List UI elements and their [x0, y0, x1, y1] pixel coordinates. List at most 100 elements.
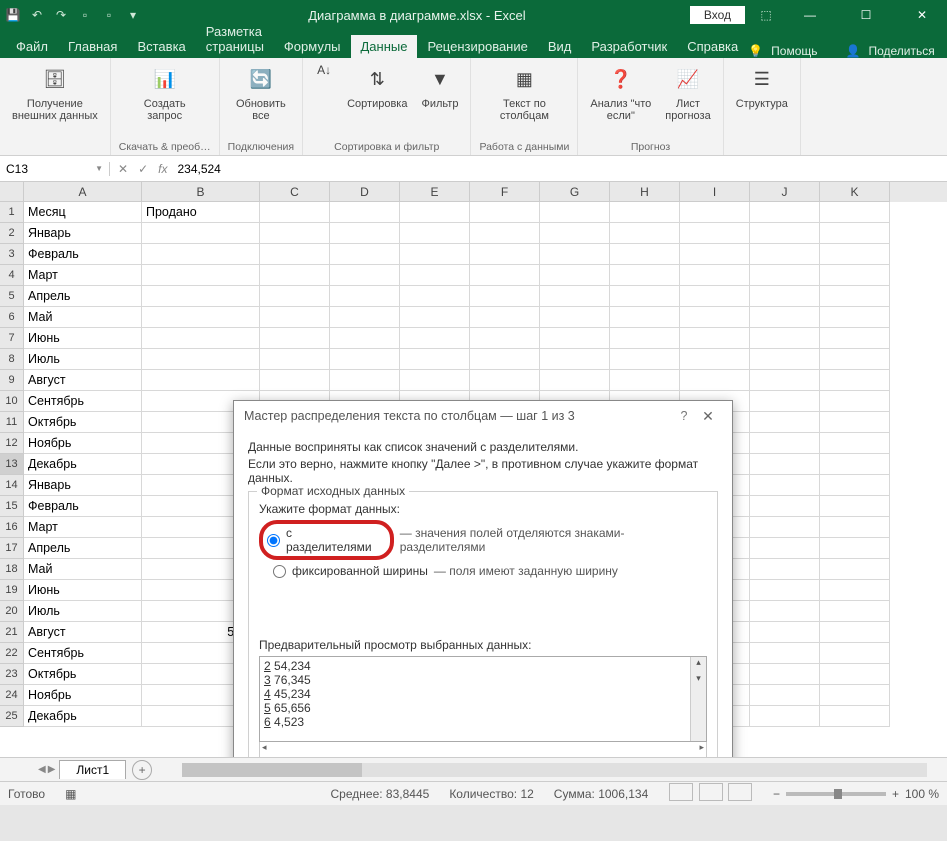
cell[interactable]: [750, 286, 820, 307]
cell[interactable]: [400, 349, 470, 370]
column-header[interactable]: K: [820, 182, 890, 202]
cell[interactable]: [142, 328, 260, 349]
row-header[interactable]: 10: [0, 391, 24, 412]
maximize-button[interactable]: ☐: [843, 0, 889, 30]
cell[interactable]: [400, 223, 470, 244]
scroll-up-icon[interactable]: ▴: [691, 657, 706, 673]
select-all-corner[interactable]: [0, 182, 24, 202]
cell[interactable]: [610, 265, 680, 286]
row-header[interactable]: 24: [0, 685, 24, 706]
cell[interactable]: [750, 496, 820, 517]
cell[interactable]: [750, 475, 820, 496]
radio-fixed[interactable]: [273, 565, 286, 578]
tab-layout[interactable]: Разметка страницы: [196, 20, 274, 58]
cell[interactable]: [820, 643, 890, 664]
radio-delimited-label[interactable]: с разделителями: [286, 526, 380, 554]
cell[interactable]: Май: [24, 307, 142, 328]
cell[interactable]: [820, 496, 890, 517]
cell[interactable]: [820, 202, 890, 223]
column-header[interactable]: A: [24, 182, 142, 202]
cell[interactable]: [260, 265, 330, 286]
preview-vscroll[interactable]: ▴ ▾: [690, 657, 706, 741]
cell[interactable]: Ноябрь: [24, 685, 142, 706]
column-header[interactable]: C: [260, 182, 330, 202]
cell[interactable]: Сентябрь: [24, 391, 142, 412]
cell[interactable]: Июнь: [24, 328, 142, 349]
filter-button[interactable]: ▼ Фильтр: [417, 62, 462, 112]
cell[interactable]: [680, 370, 750, 391]
row-header[interactable]: 17: [0, 538, 24, 559]
cell[interactable]: [470, 370, 540, 391]
cell[interactable]: [470, 265, 540, 286]
column-header[interactable]: I: [680, 182, 750, 202]
row-header[interactable]: 4: [0, 265, 24, 286]
cell[interactable]: [820, 559, 890, 580]
cell[interactable]: [400, 286, 470, 307]
outline-button[interactable]: ☰ Структура: [732, 62, 792, 112]
zoom-slider[interactable]: [786, 792, 886, 796]
cell[interactable]: [820, 370, 890, 391]
cell[interactable]: [330, 202, 400, 223]
redo-icon[interactable]: ↷: [50, 4, 72, 26]
row-header[interactable]: 2: [0, 223, 24, 244]
cell[interactable]: [820, 601, 890, 622]
cell[interactable]: [610, 223, 680, 244]
cell[interactable]: Июнь: [24, 580, 142, 601]
cell[interactable]: Декабрь: [24, 454, 142, 475]
cell[interactable]: [470, 307, 540, 328]
cell[interactable]: [820, 706, 890, 727]
row-header[interactable]: 5: [0, 286, 24, 307]
cell[interactable]: Апрель: [24, 538, 142, 559]
cell[interactable]: Март: [24, 265, 142, 286]
cell[interactable]: [540, 307, 610, 328]
cell[interactable]: [750, 622, 820, 643]
cell[interactable]: [680, 265, 750, 286]
cell[interactable]: [330, 265, 400, 286]
cell[interactable]: [820, 244, 890, 265]
scroll-down-icon[interactable]: ▾: [691, 673, 706, 689]
cell[interactable]: [330, 286, 400, 307]
cell[interactable]: [820, 349, 890, 370]
cell[interactable]: [470, 328, 540, 349]
cell[interactable]: [142, 349, 260, 370]
cell[interactable]: [750, 538, 820, 559]
cell[interactable]: [610, 307, 680, 328]
cell[interactable]: Август: [24, 370, 142, 391]
tab-home[interactable]: Главная: [58, 35, 127, 58]
cell[interactable]: Продано: [142, 202, 260, 223]
row-header[interactable]: 15: [0, 496, 24, 517]
cell[interactable]: Март: [24, 517, 142, 538]
cell[interactable]: [260, 349, 330, 370]
cell[interactable]: [540, 328, 610, 349]
row-header[interactable]: 21: [0, 622, 24, 643]
horizontal-scrollbar[interactable]: [182, 763, 927, 777]
qat-icon-2[interactable]: ▫: [98, 4, 120, 26]
tab-help[interactable]: Справка: [677, 35, 748, 58]
sort-az-button[interactable]: A↓: [311, 62, 337, 84]
cell[interactable]: Ноябрь: [24, 433, 142, 454]
row-header[interactable]: 18: [0, 559, 24, 580]
row-header[interactable]: 25: [0, 706, 24, 727]
cell[interactable]: [330, 349, 400, 370]
cell[interactable]: [260, 202, 330, 223]
undo-icon[interactable]: ↶: [26, 4, 48, 26]
view-page-layout-button[interactable]: [699, 783, 723, 801]
tab-view[interactable]: Вид: [538, 35, 582, 58]
cell[interactable]: [260, 223, 330, 244]
cell[interactable]: [142, 307, 260, 328]
ribbon-options-icon[interactable]: ⬚: [755, 4, 777, 26]
cell[interactable]: [400, 265, 470, 286]
row-header[interactable]: 20: [0, 601, 24, 622]
cell[interactable]: [400, 244, 470, 265]
radio-delimited[interactable]: [267, 534, 280, 547]
cell[interactable]: [470, 223, 540, 244]
row-header[interactable]: 1: [0, 202, 24, 223]
row-header[interactable]: 9: [0, 370, 24, 391]
cell[interactable]: [330, 223, 400, 244]
cell[interactable]: [142, 286, 260, 307]
close-button[interactable]: ✕: [899, 0, 945, 30]
refresh-all-button[interactable]: 🔄 Обновить все: [232, 62, 290, 124]
cell[interactable]: [820, 286, 890, 307]
macro-icon[interactable]: ▦: [65, 787, 76, 801]
tab-file[interactable]: Файл: [6, 35, 58, 58]
